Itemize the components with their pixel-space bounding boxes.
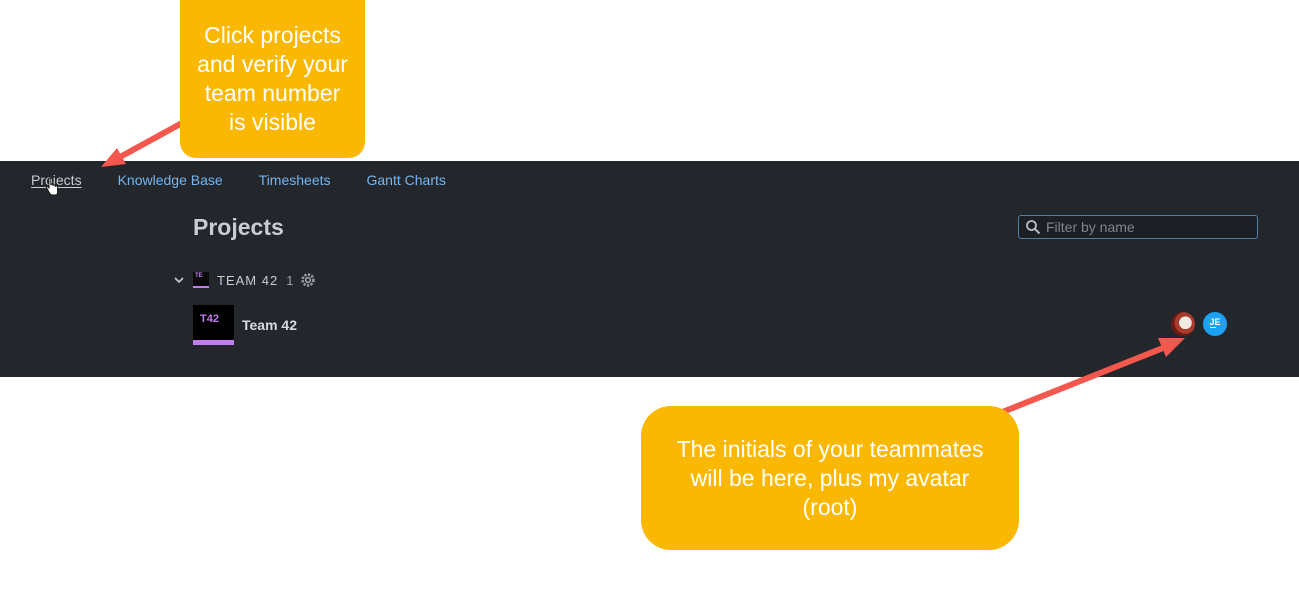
- group-avatar: TE: [193, 272, 209, 288]
- project-avatar-initials: T42: [200, 313, 219, 325]
- page-title: Projects: [193, 214, 284, 240]
- group-name[interactable]: TEAM 42: [217, 273, 278, 288]
- project-avatar[interactable]: T42: [193, 305, 234, 345]
- filter-box[interactable]: [1018, 215, 1258, 239]
- app-panel: Projects Knowledge Base Timesheets Gantt…: [0, 161, 1299, 377]
- project-name[interactable]: Team 42: [242, 317, 297, 333]
- avatar-je[interactable]: JE: [1203, 312, 1227, 336]
- chevron-down-icon[interactable]: [172, 273, 186, 287]
- search-icon: [1026, 220, 1041, 235]
- avatar-root[interactable]: [1171, 312, 1195, 336]
- page: Projects Knowledge Base Timesheets Gantt…: [0, 0, 1299, 597]
- group-avatar-bar: [193, 286, 209, 288]
- avatar-je-initials: JE: [1209, 317, 1221, 327]
- top-nav: Projects Knowledge Base Timesheets Gantt…: [31, 172, 482, 188]
- group-row[interactable]: TE TEAM 42 1: [172, 272, 316, 288]
- filter-input[interactable]: [1046, 219, 1246, 235]
- project-row[interactable]: T42 Team 42: [193, 305, 297, 345]
- arrow-line-to-projects: [118, 120, 184, 160]
- hand-cursor-icon: [45, 178, 58, 196]
- nav-timesheets[interactable]: Timesheets: [259, 172, 331, 188]
- avatar-je-underline: [1210, 327, 1216, 328]
- member-avatars: JE: [1171, 312, 1235, 336]
- group-avatar-initials: TE: [195, 273, 203, 279]
- callout-projects-hint: Click projects and verify your team numb…: [180, 0, 365, 158]
- callout-avatars-hint: The initials of your teammates will be h…: [641, 406, 1019, 550]
- callout-avatars-text: The initials of your teammates will be h…: [676, 435, 984, 520]
- nav-gantt-charts[interactable]: Gantt Charts: [367, 172, 446, 188]
- gear-icon: [301, 273, 316, 287]
- nav-knowledge-base[interactable]: Knowledge Base: [118, 172, 223, 188]
- callout-projects-text: Click projects and verify your team numb…: [197, 22, 348, 135]
- group-count: 1: [286, 272, 294, 288]
- project-avatar-bar: [193, 340, 234, 345]
